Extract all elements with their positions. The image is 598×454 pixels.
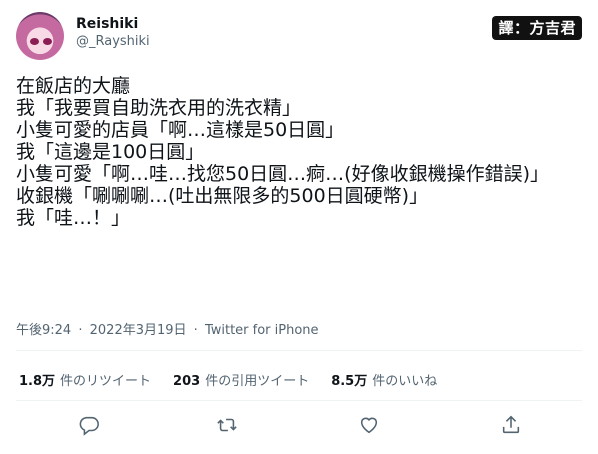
- avatar[interactable]: [16, 12, 64, 60]
- like-icon[interactable]: [358, 414, 382, 438]
- like-count-number: 8.5万: [331, 374, 368, 389]
- reply-icon[interactable]: [78, 414, 102, 438]
- tweet-date[interactable]: 2022年3月19日: [90, 323, 187, 338]
- tweet-header: Reishiki @_Rayshiki 譯：方吉君: [16, 12, 582, 64]
- tweet-stats: 1.8万 件のリツイート 203 件の引用ツイート 8.5万 件のいいね: [19, 370, 437, 389]
- retweet-count[interactable]: 1.8万 件のリツイート: [19, 370, 151, 389]
- tweet-text: 在飯店的大廳 我「我要買自助洗衣用的洗衣精」 小隻可愛的店員「啊…這樣是50日圓…: [16, 75, 550, 229]
- quote-count-number: 203: [173, 374, 201, 389]
- share-icon[interactable]: [500, 414, 524, 438]
- quote-count[interactable]: 203 件の引用ツイート: [173, 370, 309, 389]
- avatar-eye-left: [30, 38, 39, 45]
- retweet-icon[interactable]: [216, 414, 240, 438]
- retweet-count-label: 件のリツイート: [60, 374, 152, 389]
- tweet-source[interactable]: Twitter for iPhone: [205, 323, 319, 338]
- tweet-actions: [16, 406, 582, 450]
- avatar-eye-right: [43, 38, 52, 45]
- author-display-name[interactable]: Reishiki: [76, 15, 150, 33]
- author-handle[interactable]: @_Rayshiki: [76, 33, 150, 51]
- tweet-time[interactable]: 午後9:24: [16, 323, 71, 338]
- like-count-label: 件のいいね: [372, 374, 438, 389]
- retweet-count-number: 1.8万: [19, 374, 56, 389]
- quote-count-label: 件の引用ツイート: [205, 374, 310, 389]
- meta-separator: ·: [193, 323, 198, 338]
- meta-separator: ·: [78, 323, 83, 338]
- translator-badge: 譯：方吉君: [492, 16, 582, 40]
- divider: [16, 350, 582, 351]
- like-count[interactable]: 8.5万 件のいいね: [331, 370, 437, 389]
- author-names: Reishiki @_Rayshiki: [76, 15, 150, 51]
- tweet-meta: 午後9:24 · 2022年3月19日 · Twitter for iPhone: [16, 319, 319, 338]
- divider: [16, 400, 582, 401]
